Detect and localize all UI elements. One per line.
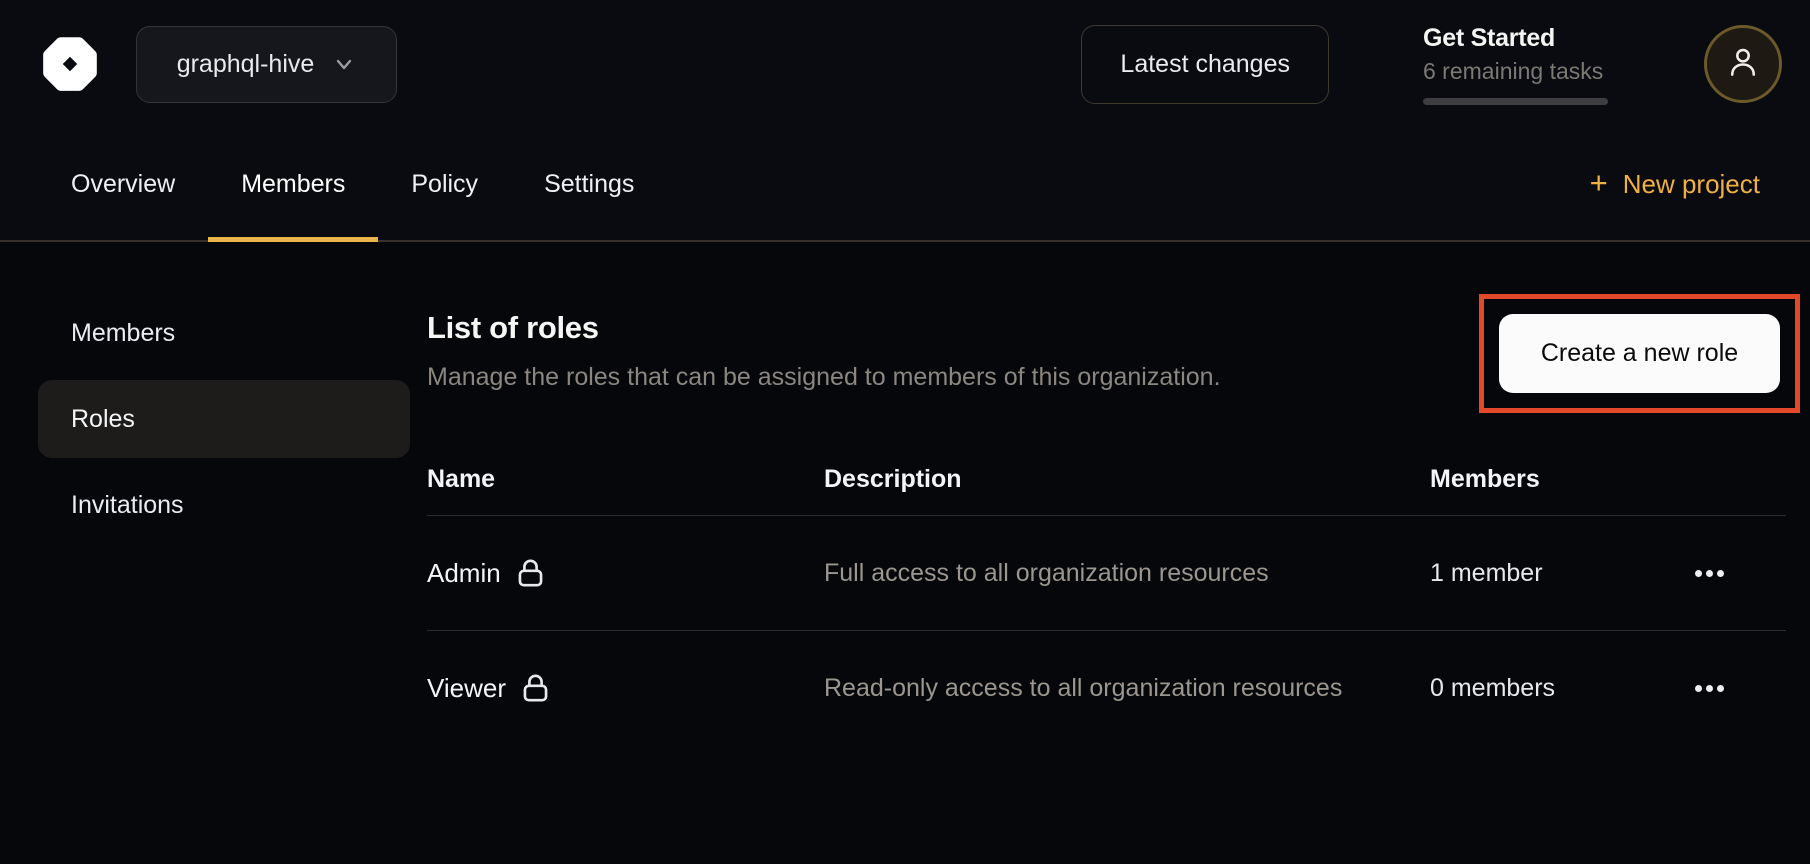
members-sidebar: Members Roles Invitations	[0, 242, 410, 862]
roles-panel: List of roles Manage the roles that can …	[410, 242, 1810, 862]
latest-changes-button[interactable]: Latest changes	[1081, 25, 1329, 104]
role-member-count: 0 members	[1430, 674, 1668, 703]
sidebar-item-invitations[interactable]: Invitations	[38, 466, 410, 544]
user-icon	[1724, 43, 1762, 86]
ellipsis-icon	[1695, 685, 1702, 692]
org-selector[interactable]: graphql-hive	[136, 26, 397, 103]
row-menu-button[interactable]	[1685, 675, 1734, 702]
sidebar-item-members[interactable]: Members	[38, 294, 410, 372]
page-title: List of roles	[427, 310, 1221, 346]
role-description: Full access to all organization resource…	[824, 552, 1344, 594]
roles-table-header: Name Description Members	[427, 443, 1786, 516]
lock-icon	[517, 558, 544, 588]
annotation-highlight-box: Create a new role	[1479, 294, 1800, 413]
role-description: Read-only access to all organization res…	[824, 667, 1344, 709]
tab-policy[interactable]: Policy	[378, 128, 511, 240]
tab-overview[interactable]: Overview	[38, 128, 208, 240]
ellipsis-icon	[1695, 570, 1702, 577]
column-header-name: Name	[427, 465, 824, 494]
column-header-members: Members	[1430, 465, 1668, 494]
get-started-widget[interactable]: Get Started 6 remaining tasks	[1423, 24, 1608, 105]
role-actions-cell	[1668, 560, 1786, 587]
tab-members[interactable]: Members	[208, 128, 378, 240]
roles-header: List of roles Manage the roles that can …	[427, 310, 1786, 413]
column-header-description: Description	[824, 465, 1430, 494]
get-started-subtitle: 6 remaining tasks	[1423, 58, 1608, 85]
role-member-count: 1 member	[1430, 559, 1668, 588]
roles-table: Name Description Members Admin Full acc	[427, 443, 1786, 745]
sidebar-item-roles[interactable]: Roles	[38, 380, 410, 458]
role-actions-cell	[1668, 675, 1786, 702]
hive-logo-icon	[37, 31, 103, 97]
avatar[interactable]	[1704, 25, 1782, 103]
topbar: graphql-hive Latest changes Get Started …	[0, 0, 1810, 128]
lock-icon	[522, 673, 549, 703]
content: Members Roles Invitations List of roles …	[0, 242, 1810, 862]
new-project-button[interactable]: + New project	[1590, 128, 1760, 240]
table-row-viewer: Viewer Read-only access to all organizat…	[427, 631, 1786, 745]
role-name: Viewer	[427, 673, 506, 704]
tab-settings[interactable]: Settings	[511, 128, 667, 240]
table-row-admin: Admin Full access to all organization re…	[427, 516, 1786, 631]
row-menu-button[interactable]	[1685, 560, 1734, 587]
org-name: graphql-hive	[177, 50, 315, 79]
get-started-title: Get Started	[1423, 24, 1608, 53]
tabs: Overview Members Policy Settings	[38, 128, 667, 240]
get-started-progress-bar	[1423, 98, 1608, 105]
roles-header-text: List of roles Manage the roles that can …	[427, 310, 1221, 392]
hive-logo[interactable]	[37, 31, 103, 97]
role-name-cell: Viewer	[427, 673, 824, 704]
plus-icon: +	[1590, 167, 1608, 198]
role-name: Admin	[427, 558, 501, 589]
new-project-label: New project	[1623, 169, 1760, 200]
page-subtitle: Manage the roles that can be assigned to…	[427, 362, 1221, 392]
topbar-right: Latest changes Get Started 6 remaining t…	[1081, 24, 1782, 105]
org-tabbar: Overview Members Policy Settings + New p…	[0, 128, 1810, 242]
chevron-down-icon	[332, 52, 356, 76]
create-role-button[interactable]: Create a new role	[1499, 314, 1780, 393]
role-name-cell: Admin	[427, 558, 824, 589]
